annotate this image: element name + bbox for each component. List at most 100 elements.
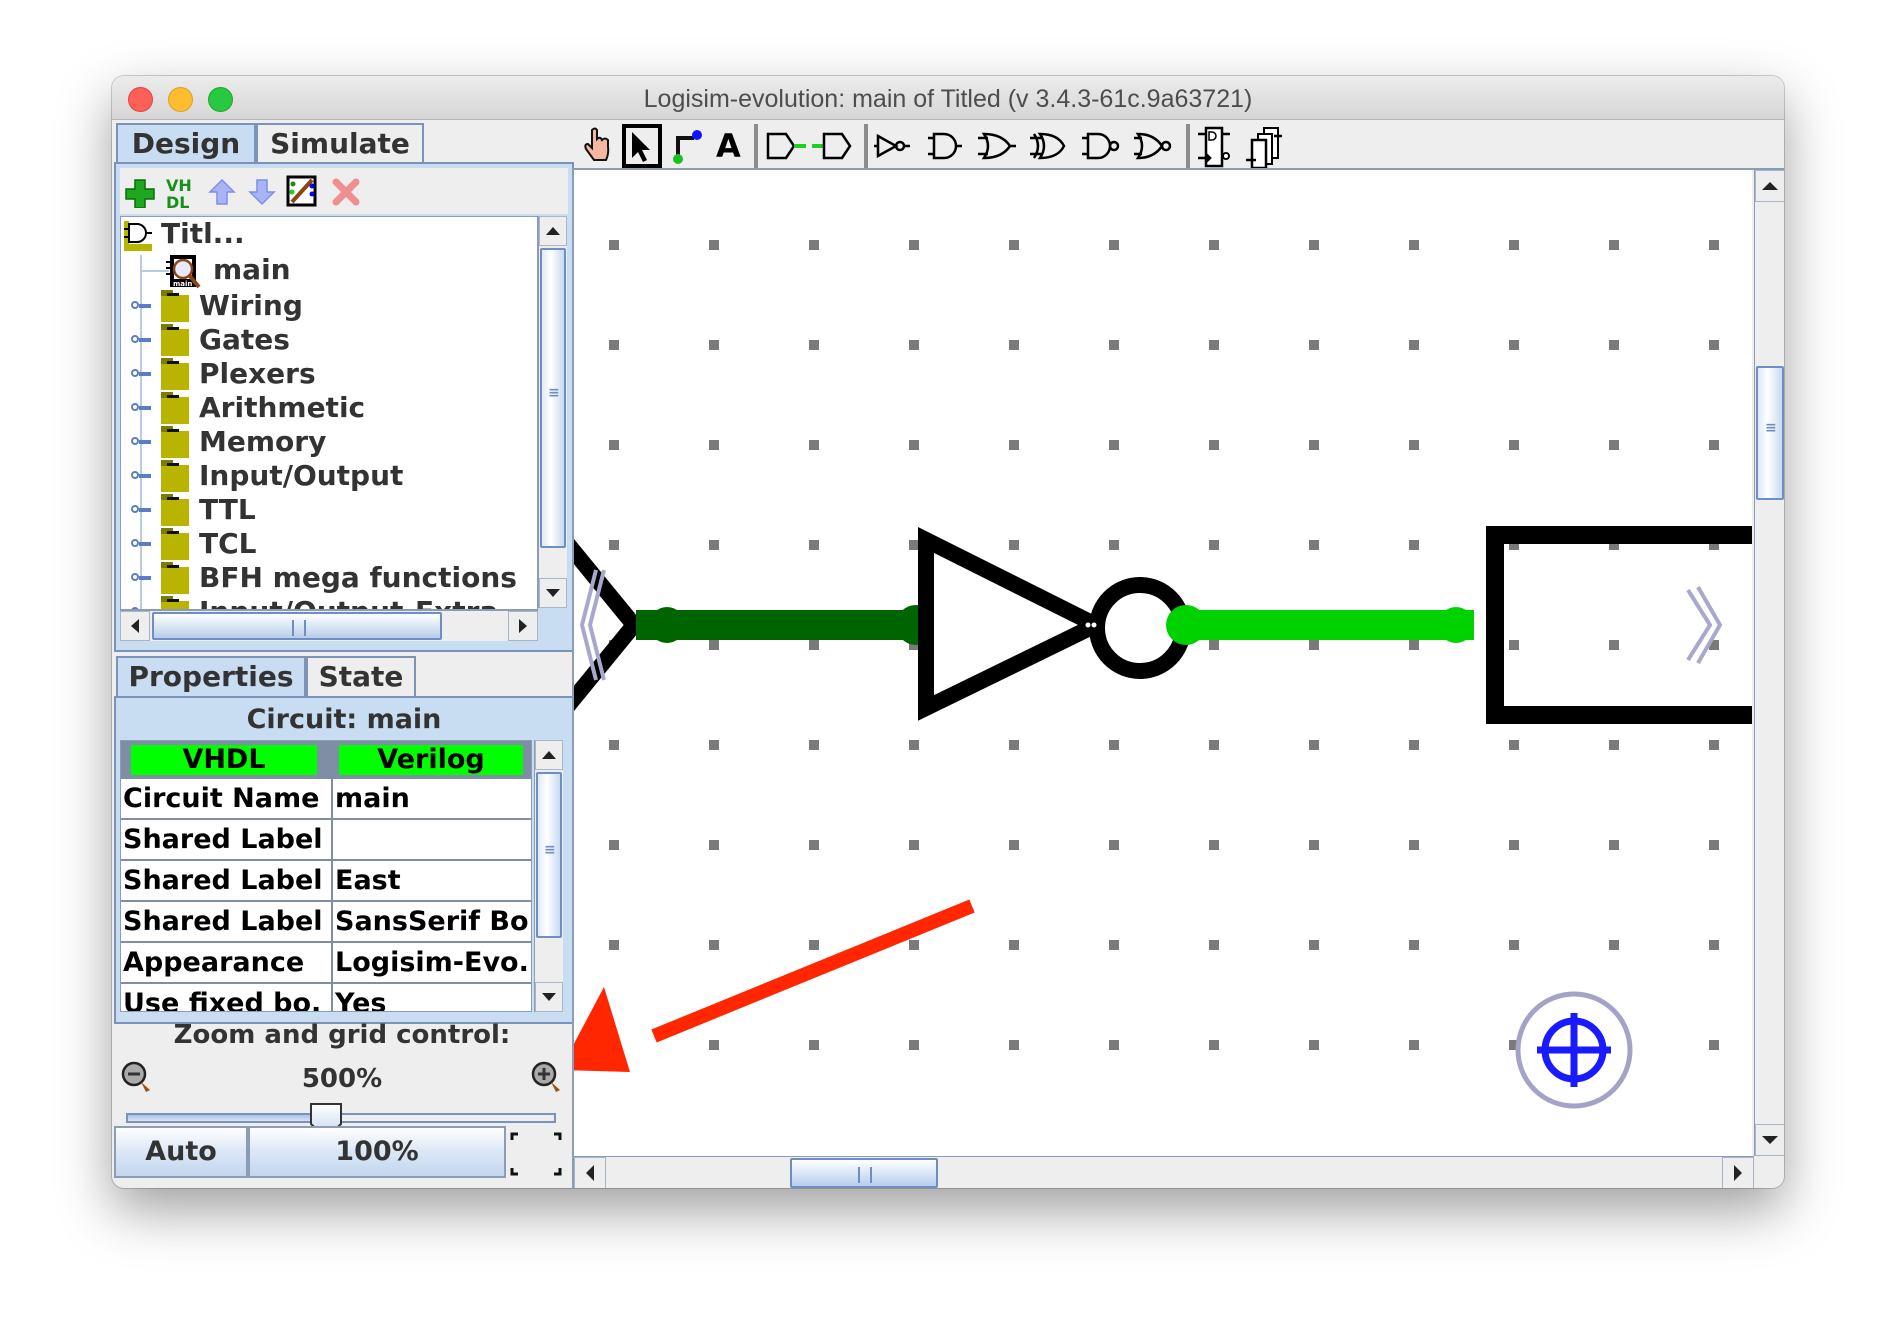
output-pin-icon[interactable] [810, 122, 854, 170]
scroll-grip-icon [292, 620, 306, 636]
scroll-right-button[interactable] [508, 611, 538, 641]
canvas-vscroll-thumb[interactable]: ≡ [1756, 366, 1784, 500]
grid-dot [709, 940, 719, 950]
toolbar-separator [754, 124, 758, 168]
property-value[interactable]: main [331, 779, 531, 818]
nand-gate-icon[interactable] [1082, 122, 1122, 170]
poke-tool-icon[interactable] [578, 122, 614, 170]
move-down-icon[interactable] [246, 174, 278, 208]
grid-dot [809, 640, 819, 650]
scroll-down-button[interactable] [539, 578, 567, 608]
property-value[interactable]: SansSerif Bo... [331, 902, 531, 941]
move-up-icon[interactable] [206, 174, 238, 208]
grid-toggle-button[interactable] [508, 1130, 564, 1178]
expand-toggle-icon[interactable] [131, 471, 153, 479]
grid-dot [1509, 740, 1519, 750]
property-key: Shared Label... [123, 906, 323, 937]
property-row[interactable]: Circuit Name main [121, 779, 531, 820]
grid-dot [1409, 840, 1419, 850]
properties-scrollbar[interactable]: ≡ [534, 740, 563, 1012]
circuit-canvas[interactable] [574, 170, 1752, 1156]
delete-icon[interactable] [330, 174, 362, 208]
expand-toggle-icon[interactable] [131, 301, 153, 309]
grid-dot [1409, 240, 1419, 250]
grid-dot [1209, 540, 1219, 550]
expand-toggle-icon[interactable] [131, 505, 153, 513]
not-gate[interactable] [918, 527, 1115, 721]
scroll-up-button[interactable] [535, 740, 563, 770]
property-row[interactable]: Shared Label... SansSerif Bo... [121, 902, 531, 943]
input-pin-icon[interactable] [764, 122, 808, 170]
expand-toggle-icon[interactable] [131, 539, 153, 547]
property-value[interactable]: Yes [331, 984, 531, 1011]
reset-zoom-button[interactable]: 100% [248, 1126, 506, 1178]
grid-dot [1309, 640, 1319, 650]
add-vhdl-icon[interactable]: VH DL [164, 174, 198, 212]
grid-dot [1309, 540, 1319, 550]
register-icon[interactable] [1244, 122, 1284, 170]
or-gate-icon[interactable] [978, 122, 1018, 170]
tree-library-label: Wiring [199, 289, 303, 322]
nor-gate-icon[interactable] [1134, 122, 1174, 170]
add-circuit-icon[interactable] [124, 174, 156, 208]
tree-scroll-thumb[interactable]: ≡ [540, 248, 566, 548]
project-icon [123, 220, 155, 252]
window-title: Logisim-evolution: main of Titled (v 3.4… [643, 85, 1253, 113]
tree-horizontal-scrollbar[interactable] [120, 610, 538, 641]
vhdl-button[interactable]: VHDL [131, 745, 317, 775]
property-value[interactable] [331, 820, 531, 859]
property-row[interactable]: Appearance Logisim-Evo... [121, 943, 531, 984]
expand-toggle-icon[interactable] [131, 369, 153, 377]
d-flipflop-icon[interactable] [1196, 122, 1236, 170]
and-gate-icon[interactable] [926, 122, 966, 170]
properties-table: VHDL Verilog Circuit Name main Shared Labe… [120, 740, 532, 1012]
scroll-down-button[interactable] [1755, 1124, 1784, 1156]
not-gate-icon[interactable] [874, 122, 914, 170]
wiring-tool-icon[interactable] [670, 122, 706, 170]
grid-dot [909, 340, 919, 350]
expand-toggle-icon[interactable] [131, 403, 153, 411]
tab-design[interactable]: Design [116, 123, 256, 166]
wire-junction [1166, 605, 1206, 645]
properties-scroll-thumb[interactable]: ≡ [536, 772, 562, 938]
tab-state[interactable]: State [306, 656, 416, 696]
expand-toggle-icon[interactable] [131, 335, 153, 343]
zoom-in-button[interactable] [530, 1060, 570, 1100]
grid-dot [1009, 340, 1019, 350]
property-value[interactable]: East [331, 861, 531, 900]
grid-dot [1609, 640, 1619, 650]
grid-dot [1009, 940, 1019, 950]
canvas-horizontal-scrollbar[interactable] [574, 1156, 1754, 1188]
grid-dot [609, 240, 619, 250]
scroll-left-button[interactable] [574, 1157, 606, 1188]
scroll-up-button[interactable] [539, 216, 567, 246]
canvas-vertical-scrollbar[interactable]: ≡ [1754, 170, 1784, 1156]
auto-zoom-button[interactable]: Auto [114, 1126, 248, 1178]
scroll-right-button[interactable] [1722, 1157, 1754, 1188]
property-value[interactable]: Logisim-Evo... [331, 943, 531, 982]
scroll-grip-icon: ≡ [1765, 420, 1777, 436]
text-tool-icon[interactable]: A [716, 122, 748, 170]
title-bar[interactable]: Logisim-evolution: main of Titled (v 3.4… [112, 76, 1784, 120]
scroll-up-button[interactable] [1755, 170, 1784, 202]
grid-dot [1409, 340, 1419, 350]
select-tool-icon[interactable] [622, 122, 662, 170]
tree-hscroll-thumb[interactable] [152, 612, 442, 640]
scroll-down-button[interactable] [535, 982, 563, 1012]
tab-properties[interactable]: Properties [116, 656, 306, 699]
verilog-button[interactable]: Verilog [339, 745, 523, 775]
output-pin[interactable] [1486, 526, 1752, 724]
grid-dot [1609, 340, 1619, 350]
property-row[interactable]: Shared Label [121, 820, 531, 861]
property-row[interactable]: Shared Label... East [121, 861, 531, 902]
expand-toggle-icon[interactable] [131, 437, 153, 445]
xor-gate-icon[interactable] [1030, 122, 1070, 170]
property-row[interactable]: Use fixed bo... Yes [121, 984, 531, 1011]
expand-toggle-icon[interactable] [131, 573, 153, 581]
tab-simulate[interactable]: Simulate [256, 123, 424, 163]
edit-appearance-icon[interactable] [286, 174, 318, 208]
scroll-left-button[interactable] [120, 611, 150, 641]
tree-vertical-scrollbar[interactable]: ≡ [538, 216, 567, 608]
recenter-button[interactable] [1515, 991, 1633, 1109]
canvas-hscroll-thumb[interactable] [790, 1158, 938, 1188]
